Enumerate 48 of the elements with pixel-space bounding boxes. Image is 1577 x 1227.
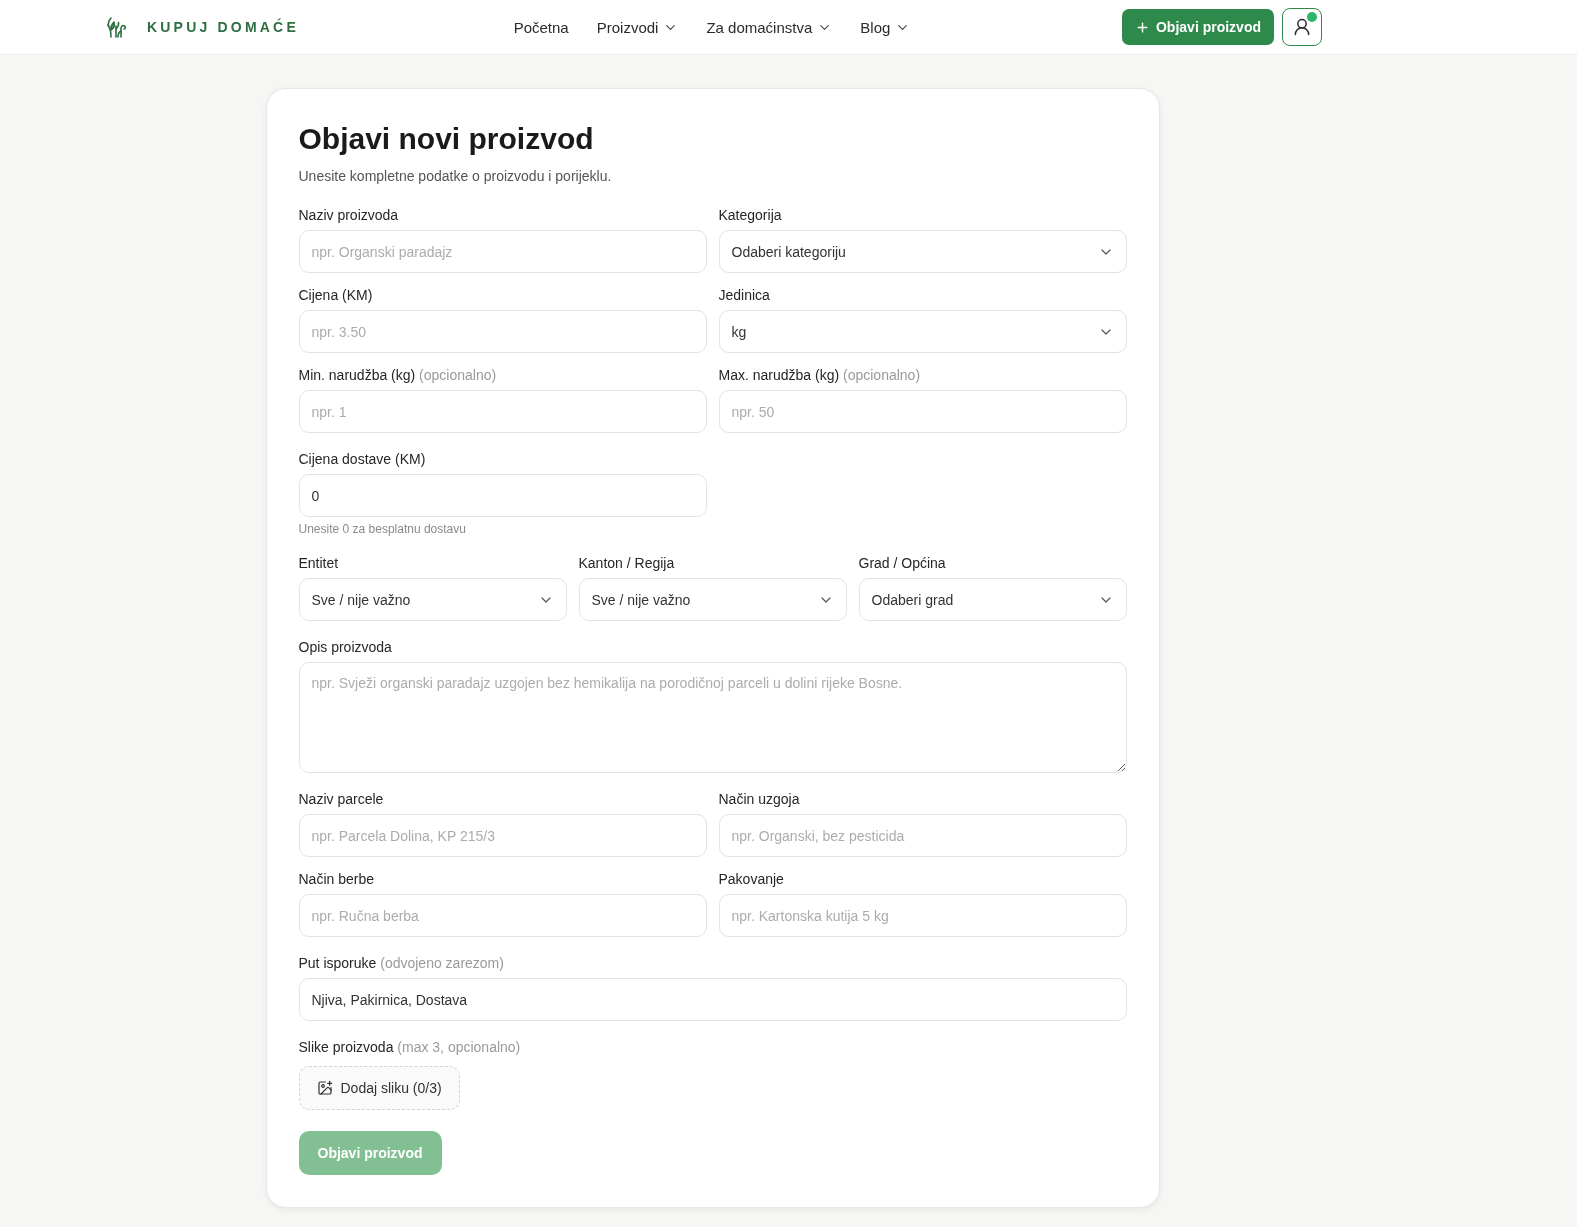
- select-field[interactable]: Odaberi kategoriju: [718, 230, 1127, 273]
- field-label: Max. narudžba (kg) (opcionalno): [718, 366, 922, 385]
- plant-logo-icon: [107, 16, 127, 38]
- logo-text: KUPUJ DOMAĆE: [147, 19, 299, 35]
- user-button[interactable]: [1282, 8, 1322, 46]
- field-label: Način uzgoja: [718, 790, 801, 809]
- field-label: Naziv proizvoda: [298, 206, 400, 225]
- field-label: Kanton / Regija: [578, 554, 676, 573]
- input-field[interactable]: npr. Parcela Dolina, KP 215/3: [298, 814, 707, 857]
- input-field[interactable]: 0: [298, 474, 707, 517]
- field-label: Put isporuke (odvojeno zarezom): [298, 954, 505, 973]
- page-subtitle: Unesite kompletne podatke o proizvodu i porijeklu.: [298, 167, 613, 186]
- publish-button[interactable]: Objavi proizvod: [1122, 9, 1274, 45]
- input-field[interactable]: npr. Organski, bez pesticida: [718, 814, 1127, 857]
- nav-link[interactable]: Proizvodi: [596, 18, 679, 36]
- plus-icon: [1135, 19, 1150, 35]
- field-label: Opis proizvoda: [298, 638, 393, 657]
- input-field[interactable]: Njiva, Pakirnica, Dostava: [298, 978, 1127, 1021]
- field-label: Grad / Općina: [858, 554, 947, 573]
- field-label: Cijena dostave (KM): [298, 450, 427, 469]
- page-title: Objavi novi proizvod: [298, 121, 595, 157]
- image-add-icon: [316, 1080, 333, 1096]
- field-label: Entitet: [298, 554, 340, 573]
- select-field[interactable]: kg: [718, 310, 1127, 353]
- input-field[interactable]: npr. 3.50: [298, 310, 707, 353]
- field-label: Način berbe: [298, 870, 375, 889]
- nav-link[interactable]: Početna: [513, 18, 569, 36]
- field-label: Naziv parcele: [298, 790, 385, 809]
- add-image-button[interactable]: Dodaj sliku (0/3): [298, 1066, 460, 1110]
- nav-link[interactable]: Za domaćinstva: [706, 18, 833, 36]
- select-field[interactable]: Odaberi grad: [858, 578, 1127, 621]
- field-label: Jedinica: [718, 286, 771, 305]
- nav-link[interactable]: Blog: [860, 18, 911, 36]
- user-icon: [1292, 17, 1312, 37]
- help-text: Unesite 0 za besplatnu dostavu: [298, 521, 467, 537]
- textarea-field[interactable]: npr. Svježi organski paradajz uzgojen bez hemikalija na porodičnoj parceli u dolini rijeke Bosne.: [298, 662, 1127, 773]
- field-label: Cijena (KM): [298, 286, 374, 305]
- field-label: Kategorija: [718, 206, 783, 225]
- input-field[interactable]: npr. 1: [298, 390, 707, 433]
- input-field[interactable]: npr. 50: [718, 390, 1127, 433]
- select-field[interactable]: Sve / nije važno: [298, 578, 567, 621]
- field-label: Min. narudžba (kg) (opcionalno): [298, 366, 498, 385]
- input-field[interactable]: npr. Kartonska kutija 5 kg: [718, 894, 1127, 937]
- input-field[interactable]: npr. Organski paradajz: [298, 230, 707, 273]
- field-label: Slike proizvoda (max 3, opcionalno): [298, 1038, 522, 1057]
- field-label: Pakovanje: [718, 870, 785, 889]
- select-field[interactable]: Sve / nije važno: [578, 578, 847, 621]
- input-field[interactable]: npr. Ručna berba: [298, 894, 707, 937]
